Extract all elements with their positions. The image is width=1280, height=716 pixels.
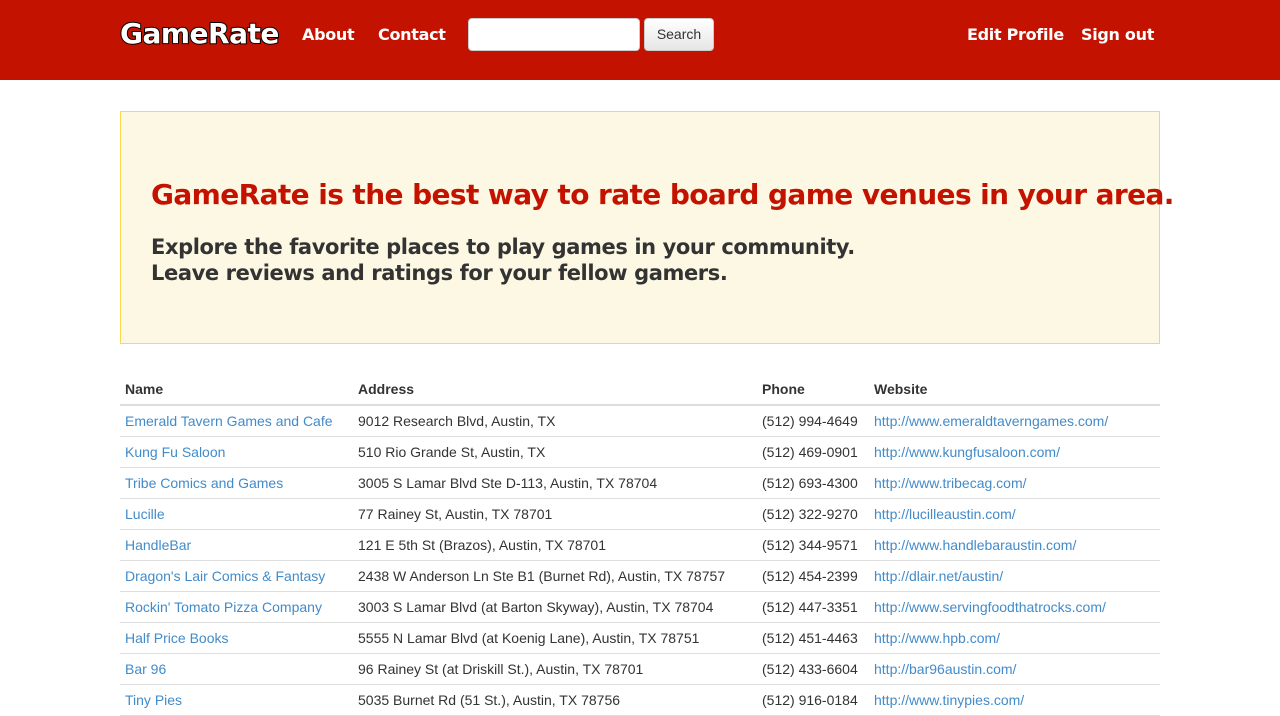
table-row: Bar 96 96 Rainey St (at Driskill St.), Au… — [120, 653, 1160, 685]
table-header-row: Name Address Phone Website — [120, 373, 1160, 406]
hero-lead-text: Explore the favorite places to play game… — [151, 234, 855, 286]
venue-address: 510 Rio Grande St, Austin, TX — [353, 436, 757, 468]
search-input[interactable] — [468, 18, 640, 51]
venue-name-link[interactable]: Dragon's Lair Comics & Fantasy — [125, 568, 325, 584]
venue-name-cell: Tribe Comics and Games — [120, 467, 353, 499]
venue-website-cell: http://www.tribecag.com/ — [869, 467, 1160, 499]
venue-website-cell: http://www.hpb.com/ — [869, 622, 1160, 654]
venue-website-link[interactable]: http://www.emeraldtaverngames.com/ — [874, 413, 1108, 429]
column-header-name: Name — [120, 373, 353, 406]
venue-phone: (512) 433-6604 — [757, 653, 869, 685]
venue-name-link[interactable]: HandleBar — [125, 537, 191, 553]
venue-phone: (512) 451-4463 — [757, 622, 869, 654]
venue-name-link[interactable]: Kung Fu Saloon — [125, 444, 225, 460]
venue-website-cell: http://bar96austin.com/ — [869, 653, 1160, 685]
venue-phone: (512) 344-9571 — [757, 529, 869, 561]
table-row: Tiny Pies 5035 Burnet Rd (51 St.), Austin… — [120, 684, 1160, 716]
venue-address: 3005 S Lamar Blvd Ste D-113, Austin, TX … — [353, 467, 757, 499]
table-row: Tribe Comics and Games 3005 S Lamar Blvd … — [120, 467, 1160, 499]
brand-logo[interactable]: GameRate — [119, 16, 280, 51]
venue-name-cell: HandleBar — [120, 529, 353, 561]
nav-link-about[interactable]: About — [302, 25, 355, 45]
venue-name-link[interactable]: Half Price Books — [125, 630, 228, 646]
nav-link-sign-out[interactable]: Sign out — [1081, 25, 1154, 45]
venue-name-cell: Lucille — [120, 498, 353, 530]
venue-phone: (512) 469-0901 — [757, 436, 869, 468]
table-row: Kung Fu Saloon 510 Rio Grande St, Austin,… — [120, 436, 1160, 468]
table-row: Half Price Books 5555 N Lamar Blvd (at Ko… — [120, 622, 1160, 654]
venues-table-body: Emerald Tavern Games and Cafe 9012 Resear… — [120, 405, 1160, 716]
venue-address: 2438 W Anderson Ln Ste B1 (Burnet Rd), A… — [353, 560, 757, 592]
hero-headline: GameRate is the best way to rate board g… — [151, 178, 1174, 211]
venue-website-link[interactable]: http://bar96austin.com/ — [874, 661, 1016, 677]
venue-name-link[interactable]: Bar 96 — [125, 661, 166, 677]
venue-name-link[interactable]: Emerald Tavern Games and Cafe — [125, 413, 333, 429]
venue-website-link[interactable]: http://www.hpb.com/ — [874, 630, 1000, 646]
venue-address: 9012 Research Blvd, Austin, TX — [353, 405, 757, 437]
venue-name-cell: Kung Fu Saloon — [120, 436, 353, 468]
venue-website-cell: http://www.kungfusaloon.com/ — [869, 436, 1160, 468]
venue-name-cell: Bar 96 — [120, 653, 353, 685]
table-row: HandleBar 121 E 5th St (Brazos), Austin, … — [120, 529, 1160, 561]
venue-website-link[interactable]: http://lucilleaustin.com/ — [874, 506, 1016, 522]
venue-website-cell: http://www.servingfoodthatrocks.com/ — [869, 591, 1160, 623]
nav-link-edit-profile[interactable]: Edit Profile — [967, 25, 1064, 45]
venue-website-link[interactable]: http://dlair.net/austin/ — [874, 568, 1003, 584]
table-row: Emerald Tavern Games and Cafe 9012 Resear… — [120, 405, 1160, 437]
venue-name-cell: Tiny Pies — [120, 684, 353, 716]
table-row: Lucille 77 Rainey St, Austin, TX 78701 (51… — [120, 498, 1160, 530]
venue-name-cell: Half Price Books — [120, 622, 353, 654]
venue-name-link[interactable]: Rockin' Tomato Pizza Company — [125, 599, 322, 615]
venue-name-link[interactable]: Tiny Pies — [125, 692, 182, 708]
hero-banner: GameRate is the best way to rate board g… — [120, 111, 1174, 344]
venue-name-link[interactable]: Lucille — [125, 506, 165, 522]
column-header-website: Website — [869, 373, 1160, 406]
venue-website-cell: http://www.emeraldtaverngames.com/ — [869, 405, 1160, 437]
hero-lead-line-1: Explore the favorite places to play game… — [151, 235, 855, 259]
search-button[interactable]: Search — [644, 18, 714, 51]
venue-phone: (512) 322-9270 — [757, 498, 869, 530]
venue-website-link[interactable]: http://www.servingfoodthatrocks.com/ — [874, 599, 1106, 615]
venue-website-link[interactable]: http://www.tinypies.com/ — [874, 692, 1024, 708]
table-row: Rockin' Tomato Pizza Company 3003 S Lamar… — [120, 591, 1160, 623]
venue-name-cell: Emerald Tavern Games and Cafe — [120, 405, 353, 437]
venues-table: Name Address Phone Website Emerald Tavern G… — [120, 373, 1160, 716]
venue-address: 5555 N Lamar Blvd (at Koenig Lane), Aust… — [353, 622, 757, 654]
venue-phone: (512) 447-3351 — [757, 591, 869, 623]
venue-address: 121 E 5th St (Brazos), Austin, TX 78701 — [353, 529, 757, 561]
venue-website-cell: http://dlair.net/austin/ — [869, 560, 1160, 592]
venue-address: 3003 S Lamar Blvd (at Barton Skyway), Au… — [353, 591, 757, 623]
venue-website-link[interactable]: http://www.kungfusaloon.com/ — [874, 444, 1060, 460]
venue-website-link[interactable]: http://www.handlebaraustin.com/ — [874, 537, 1076, 553]
venue-website-cell: http://www.handlebaraustin.com/ — [869, 529, 1160, 561]
venue-address: 96 Rainey St (at Driskill St.), Austin, … — [353, 653, 757, 685]
venue-website-link[interactable]: http://www.tribecag.com/ — [874, 475, 1027, 491]
table-row: Dragon's Lair Comics & Fantasy 2438 W And… — [120, 560, 1160, 592]
top-navbar: GameRate About Contact Search Edit Profi… — [0, 0, 1280, 80]
venue-phone: (512) 454-2399 — [757, 560, 869, 592]
venue-phone: (512) 994-4649 — [757, 405, 869, 437]
venue-phone: (512) 693-4300 — [757, 467, 869, 499]
venue-website-cell: http://www.tinypies.com/ — [869, 684, 1160, 716]
hero-lead-line-2: Leave reviews and ratings for your fello… — [151, 261, 728, 285]
column-header-phone: Phone — [757, 373, 869, 406]
venue-name-cell: Dragon's Lair Comics & Fantasy — [120, 560, 353, 592]
venue-address: 5035 Burnet Rd (51 St.), Austin, TX 7875… — [353, 684, 757, 716]
venue-website-cell: http://lucilleaustin.com/ — [869, 498, 1160, 530]
venue-name-cell: Rockin' Tomato Pizza Company — [120, 591, 353, 623]
venue-address: 77 Rainey St, Austin, TX 78701 — [353, 498, 757, 530]
venue-phone: (512) 916-0184 — [757, 684, 869, 716]
column-header-address: Address — [353, 373, 757, 406]
nav-link-contact[interactable]: Contact — [378, 25, 446, 45]
venue-name-link[interactable]: Tribe Comics and Games — [125, 475, 283, 491]
